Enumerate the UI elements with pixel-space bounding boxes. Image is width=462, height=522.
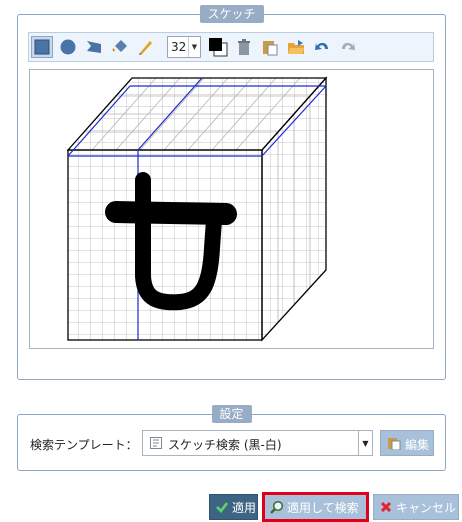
trash-icon[interactable] <box>233 36 255 58</box>
open-folder-icon[interactable] <box>285 36 307 58</box>
apply-and-search-button[interactable]: 適用して検索 <box>262 492 369 522</box>
edit-label: 編集 <box>405 438 430 452</box>
edit-icon <box>387 436 401 453</box>
close-icon <box>379 500 393 514</box>
search-icon <box>270 500 284 514</box>
template-value: スケッチ検索 (黒-白) <box>168 438 282 452</box>
brush-size-select[interactable]: 32 ▼ <box>167 36 201 58</box>
check-icon <box>215 500 229 514</box>
sketch-canvas[interactable] <box>29 69 434 349</box>
template-icon <box>149 436 163 453</box>
color-picker-icon[interactable] <box>207 36 229 58</box>
sketch-panel: スケッチ 32 ▼ <box>17 5 446 380</box>
apply-and-search-inner: 適用して検索 <box>265 495 366 519</box>
settings-legend: 設定 <box>211 405 252 423</box>
chevron-down-icon: ▼ <box>188 37 200 57</box>
redo-icon[interactable] <box>337 36 359 58</box>
rectangle-tool-icon[interactable] <box>31 36 53 58</box>
fill-bucket-icon[interactable] <box>109 36 131 58</box>
apply-label: 適用 <box>232 500 257 515</box>
apply-and-search-label: 適用して検索 <box>287 500 359 515</box>
sketch-drawing <box>66 76 328 342</box>
polygon-tool-icon[interactable] <box>83 36 105 58</box>
settings-panel: 設定 検索テンプレート： スケッチ検索 (黒-白) ▼ 編集 <box>17 405 446 471</box>
circle-tool-icon[interactable] <box>57 36 79 58</box>
chevron-down-icon[interactable]: ▼ <box>358 430 373 456</box>
cancel-button[interactable]: キャンセル <box>373 494 459 520</box>
template-select[interactable]: スケッチ検索 (黒-白) ▼ <box>142 430 373 456</box>
brush-size-value: 32 <box>171 40 187 54</box>
edit-button[interactable]: 編集 <box>380 430 434 456</box>
cancel-label: キャンセル <box>396 500 457 515</box>
sketch-legend: スケッチ <box>199 5 264 23</box>
apply-button[interactable]: 適用 <box>209 494 258 520</box>
pen-tool-icon[interactable] <box>135 36 157 58</box>
template-label: 検索テンプレート： <box>30 438 138 452</box>
paste-icon[interactable] <box>259 36 281 58</box>
undo-icon[interactable] <box>311 36 333 58</box>
sketch-toolbar: 32 ▼ <box>28 32 434 62</box>
